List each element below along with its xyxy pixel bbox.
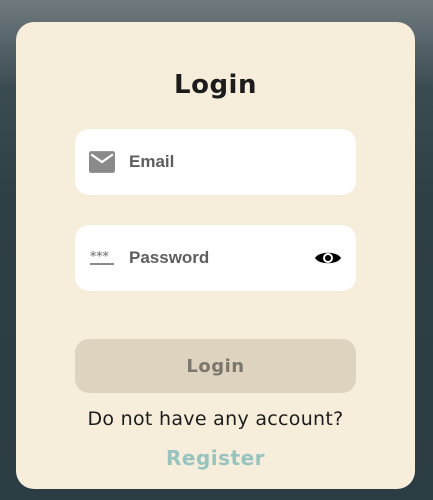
password-field[interactable] <box>129 225 309 291</box>
login-card: Login *** Login Do not have any acco <box>16 22 415 489</box>
page-title: Login <box>174 70 257 100</box>
login-button[interactable]: Login <box>75 339 356 393</box>
mail-icon <box>89 149 115 175</box>
eye-icon[interactable] <box>314 248 342 268</box>
no-account-text: Do not have any account? <box>87 408 344 430</box>
password-field-container[interactable]: *** <box>75 225 356 291</box>
register-link[interactable]: Register <box>16 446 415 470</box>
email-field-container[interactable] <box>75 129 356 195</box>
svg-text:***: *** <box>90 250 110 263</box>
email-field[interactable] <box>129 129 309 195</box>
password-dots-icon: *** <box>89 245 115 271</box>
